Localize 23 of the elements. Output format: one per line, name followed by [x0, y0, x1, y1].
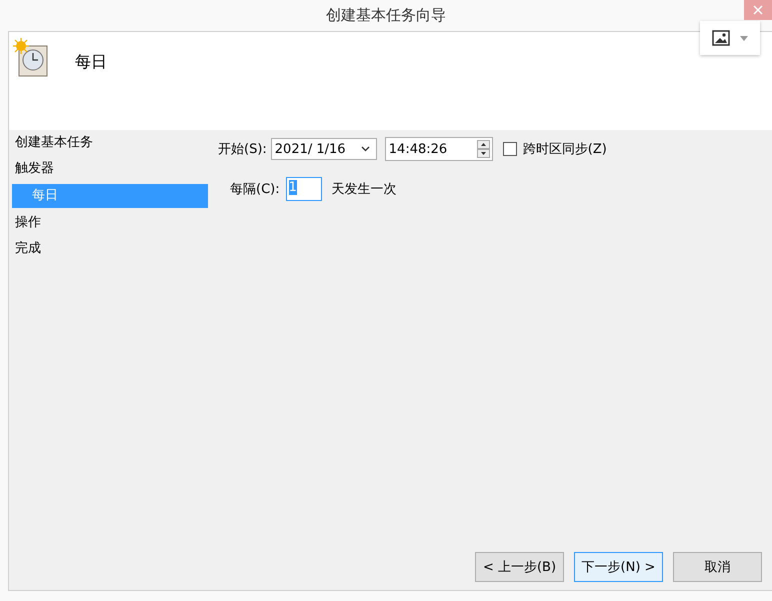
- checkbox-label: 跨时区同步(Z): [522, 141, 607, 158]
- spin-up-icon[interactable]: [476, 140, 490, 149]
- interval-label: 每隔(C):: [230, 181, 280, 198]
- chevron-icon: [360, 146, 370, 152]
- wizard-button[interactable]: < 上一步(B): [475, 552, 564, 582]
- page-title: 每日: [75, 52, 107, 73]
- close-icon: [753, 5, 763, 15]
- sidebar-item[interactable]: 创建基本任务: [12, 132, 208, 158]
- image-menu[interactable]: [700, 21, 760, 55]
- time-field[interactable]: 14:48:26: [384, 137, 493, 161]
- spin-down-icon[interactable]: [476, 149, 490, 158]
- checkbox[interactable]: [502, 142, 517, 156]
- caret-icon: [740, 36, 748, 40]
- window-title: 创建基本任务向导: [326, 6, 446, 25]
- wizard-button[interactable]: 下一步(N) >: [574, 552, 663, 582]
- wizard-button[interactable]: 取消: [673, 552, 762, 582]
- sidebar-item[interactable]: 操作: [12, 212, 208, 238]
- sidebar-item[interactable]: 完成: [12, 238, 208, 264]
- date-picker[interactable]: 2021/ 1/16: [270, 138, 377, 160]
- sidebar-item[interactable]: 触发器: [12, 158, 208, 184]
- start-label: 开始(S):: [218, 141, 267, 158]
- interval-suffix: 天发生一次: [332, 181, 397, 198]
- image-icon: [712, 30, 730, 46]
